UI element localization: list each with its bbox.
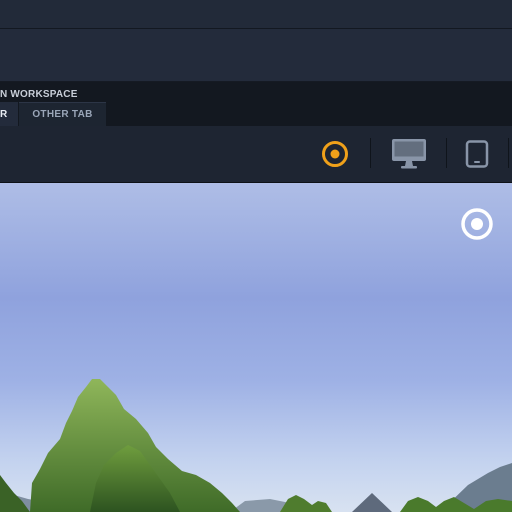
- tab-other-label: OTHER TAB: [32, 109, 93, 120]
- desktop-view-button[interactable]: [386, 126, 432, 182]
- tablet-view-button[interactable]: [460, 126, 494, 182]
- target-view-button[interactable]: [314, 126, 356, 182]
- target-icon: [461, 208, 493, 240]
- toolbar-divider: [370, 138, 371, 168]
- workspace-title: N WORKSPACE: [0, 89, 78, 100]
- panorama-viewport[interactable]: [0, 183, 512, 512]
- workspace-header: N WORKSPACE R OTHER TAB: [0, 82, 512, 126]
- secondary-bar: [0, 29, 512, 82]
- panorama-image: [0, 379, 512, 512]
- tab-active[interactable]: R: [0, 102, 18, 126]
- tab-other[interactable]: OTHER TAB: [19, 102, 106, 126]
- toolbar-divider: [508, 138, 509, 168]
- top-bar: [0, 0, 512, 29]
- target-icon: [322, 141, 348, 167]
- tab-active-label: R: [0, 108, 8, 120]
- device-toolbar: [0, 126, 512, 183]
- hotspot-target[interactable]: [460, 207, 494, 246]
- tablet-icon: [465, 140, 489, 168]
- toolbar-divider: [446, 138, 447, 168]
- desktop-icon: [392, 139, 426, 169]
